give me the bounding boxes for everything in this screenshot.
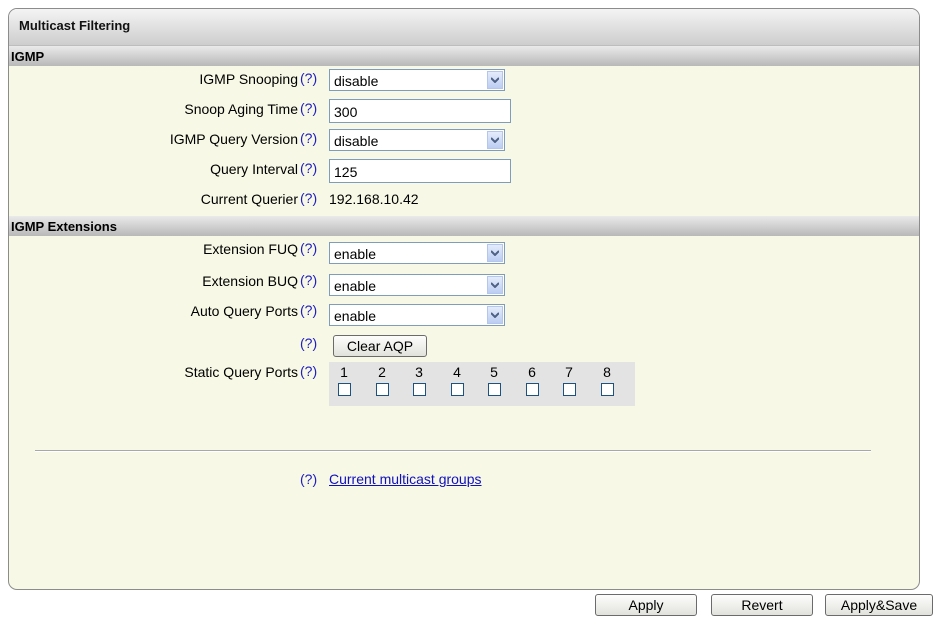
- extension-buq-value: enable: [334, 278, 377, 294]
- revert-button[interactable]: Revert: [711, 594, 813, 616]
- snoop-aging-row: Snoop Aging Time (?) 300: [9, 96, 919, 126]
- port-1: 1: [334, 362, 354, 396]
- port-number: 1: [340, 364, 348, 380]
- apply-button[interactable]: Apply: [595, 594, 697, 616]
- snoop-aging-value: 300: [334, 104, 358, 120]
- multicast-groups-help-link[interactable]: (?): [300, 471, 317, 487]
- extension-fuq-value: enable: [334, 246, 377, 262]
- igmp-query-version-select[interactable]: disable: [329, 129, 505, 151]
- port-6: 6: [522, 362, 542, 396]
- section-igmp-extensions: IGMP Extensions: [9, 216, 919, 236]
- section-igmp: IGMP: [9, 46, 919, 66]
- chevron-down-icon[interactable]: [487, 244, 503, 262]
- extension-buq-row: Extension BUQ (?) enable: [9, 268, 919, 298]
- query-interval-input[interactable]: 125: [329, 159, 511, 183]
- query-interval-value: 125: [334, 164, 358, 180]
- igmp-snooping-help-link[interactable]: (?): [300, 70, 317, 86]
- current-querier-value: 192.168.10.42: [329, 191, 419, 207]
- port-number: 4: [453, 364, 461, 380]
- current-multicast-groups-link[interactable]: Current multicast groups: [329, 471, 482, 487]
- divider: [35, 450, 871, 452]
- static-query-ports-help-link[interactable]: (?): [300, 363, 317, 379]
- auto-query-ports-help-link[interactable]: (?): [300, 302, 317, 318]
- port-4-checkbox[interactable]: [450, 383, 464, 396]
- igmp-query-version-row: IGMP Query Version (?) disable: [9, 126, 919, 156]
- chevron-down-icon[interactable]: [487, 131, 503, 149]
- auto-query-ports-row: Auto Query Ports (?) enable: [9, 298, 919, 328]
- auto-query-ports-select[interactable]: enable: [329, 304, 505, 326]
- extension-buq-help-link[interactable]: (?): [300, 272, 317, 288]
- igmp-query-version-value: disable: [334, 133, 379, 149]
- query-interval-help-link[interactable]: (?): [300, 160, 317, 176]
- port-1-checkbox[interactable]: [337, 383, 351, 396]
- port-3: 3: [409, 362, 429, 396]
- port-number: 7: [565, 364, 573, 380]
- clear-aqp-button[interactable]: Clear AQP: [333, 335, 427, 357]
- extension-fuq-label: Extension FUQ: [203, 241, 298, 257]
- multicast-groups-row: (?) Current multicast groups: [9, 469, 919, 493]
- port-5-checkbox[interactable]: [487, 383, 501, 396]
- port-number: 2: [378, 364, 386, 380]
- static-query-ports-label: Static Query Ports: [184, 364, 298, 380]
- query-interval-row: Query Interval (?) 125: [9, 156, 919, 186]
- port-2: 2: [372, 362, 392, 396]
- extension-fuq-help-link[interactable]: (?): [300, 240, 317, 256]
- port-8-checkbox[interactable]: [600, 383, 614, 396]
- chevron-down-icon[interactable]: [487, 306, 503, 324]
- extension-fuq-row: Extension FUQ (?) enable: [9, 236, 919, 268]
- igmp-snooping-value: disable: [334, 73, 379, 89]
- port-8: 8: [597, 362, 617, 396]
- current-querier-row: Current Querier (?) 192.168.10.42: [9, 186, 919, 216]
- auto-query-ports-value: enable: [334, 308, 377, 324]
- current-querier-help-link[interactable]: (?): [300, 190, 317, 206]
- snoop-aging-label: Snoop Aging Time: [184, 101, 298, 117]
- port-3-checkbox[interactable]: [412, 383, 426, 396]
- igmp-query-version-label: IGMP Query Version: [169, 131, 298, 147]
- port-number: 3: [415, 364, 423, 380]
- port-7: 7: [559, 362, 579, 396]
- igmp-query-version-help-link[interactable]: (?): [300, 130, 317, 146]
- apply-save-button[interactable]: Apply&Save: [825, 594, 933, 616]
- chevron-down-icon[interactable]: [487, 276, 503, 294]
- port-6-checkbox[interactable]: [525, 383, 539, 396]
- panel-title: Multicast Filtering: [9, 9, 919, 46]
- port-5: 5: [484, 362, 504, 396]
- igmp-snooping-row: IGMP Snooping (?) disable: [9, 66, 919, 96]
- snoop-aging-help-link[interactable]: (?): [300, 100, 317, 116]
- igmp-snooping-select[interactable]: disable: [329, 69, 505, 91]
- port-number: 5: [490, 364, 498, 380]
- extension-fuq-select[interactable]: enable: [329, 242, 505, 264]
- port-2-checkbox[interactable]: [375, 383, 389, 396]
- auto-query-ports-label: Auto Query Ports: [190, 303, 298, 319]
- clear-aqp-help-link[interactable]: (?): [300, 335, 317, 351]
- static-query-ports-row: Static Query Ports (?) 1 2 3 4 5 6 7 8: [9, 362, 919, 410]
- port-number: 6: [528, 364, 536, 380]
- igmp-snooping-label: IGMP Snooping: [199, 71, 298, 87]
- query-interval-label: Query Interval: [210, 161, 298, 177]
- port-number: 8: [603, 364, 611, 380]
- multicast-filtering-panel: Multicast Filtering IGMP IGMP Snooping (…: [8, 8, 920, 590]
- static-query-ports-grid: 1 2 3 4 5 6 7 8: [329, 362, 635, 406]
- clear-aqp-row: (?) Clear AQP: [9, 328, 919, 362]
- port-4: 4: [447, 362, 467, 396]
- extension-buq-label: Extension BUQ: [202, 273, 298, 289]
- port-7-checkbox[interactable]: [562, 383, 576, 396]
- extension-buq-select[interactable]: enable: [329, 274, 505, 296]
- chevron-down-icon[interactable]: [487, 71, 503, 89]
- current-querier-label: Current Querier: [200, 191, 298, 207]
- snoop-aging-input[interactable]: 300: [329, 99, 511, 123]
